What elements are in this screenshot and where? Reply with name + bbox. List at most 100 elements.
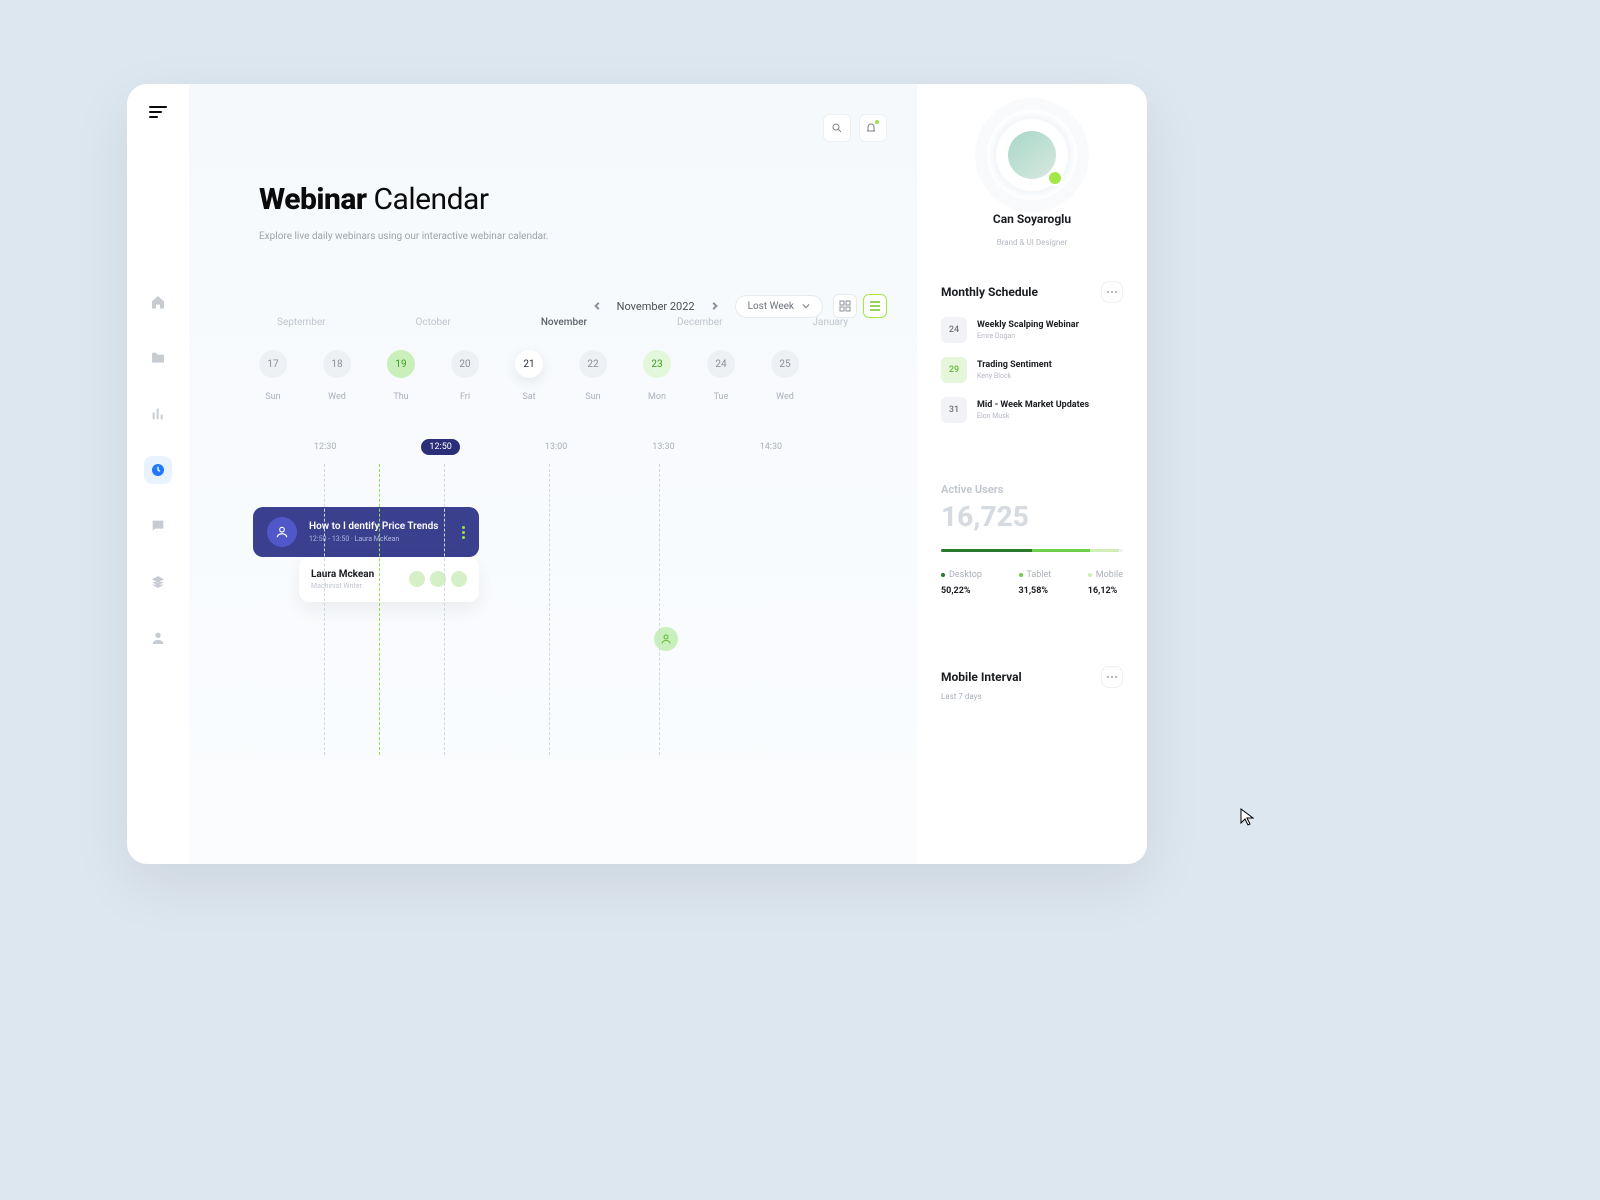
day-label: Thu <box>393 392 408 402</box>
date-number: 25 <box>771 350 799 378</box>
nav-calendar[interactable] <box>144 456 172 484</box>
day-label: Fri <box>460 392 470 402</box>
month-label[interactable]: November <box>541 317 587 328</box>
legend-label: Tablet <box>1019 570 1052 580</box>
nav-layers[interactable] <box>144 568 172 596</box>
active-users-section: Active Users 16,725 Desktop50,22%Tablet3… <box>941 483 1123 596</box>
clock-icon <box>150 462 166 478</box>
day-label: Wed <box>776 392 794 402</box>
user-icon <box>275 525 289 539</box>
event-info: How to I dentify Price Trends 12:50 - 13… <box>309 521 438 543</box>
list-view-button[interactable] <box>863 294 887 318</box>
date-number: 24 <box>707 350 735 378</box>
date-cell[interactable]: 18Wed <box>323 350 351 402</box>
schedule-header: Monthly Schedule <box>941 281 1123 303</box>
date-number: 19 <box>387 350 415 378</box>
mobile-interval-title: Mobile Interval <box>941 670 1022 684</box>
topbar <box>259 114 887 142</box>
folder-icon <box>150 350 166 366</box>
date-cell[interactable]: 25 Wed <box>771 350 799 402</box>
legend-dot-icon <box>941 573 945 577</box>
schedule-date: 24 <box>941 317 967 343</box>
page-header: Webinar Calendar Explore live daily webi… <box>259 182 887 242</box>
chevron-down-icon <box>802 302 810 310</box>
month-strip: September October November December January <box>259 317 887 328</box>
date-number: 17 <box>259 350 287 378</box>
schedule-item-title: Weekly Scalping Webinar <box>977 320 1079 330</box>
presenter-card[interactable]: Laura Mckean Machinist Writer <box>299 557 479 602</box>
progress-segment <box>941 549 1032 552</box>
current-month-label: November 2022 <box>617 300 695 313</box>
date-cell[interactable]: 17 Sun <box>259 350 287 402</box>
legend-item: Mobile16,12% <box>1088 570 1123 596</box>
nav <box>144 288 172 652</box>
chevron-left-icon <box>594 302 602 310</box>
schedule-item[interactable]: 31Mid - Week Market UpdatesElon Musk <box>941 397 1123 423</box>
date-number: 23 <box>643 350 671 378</box>
list-icon <box>869 300 881 312</box>
profile: Can Soyaroglu Brand & UI Designer <box>941 110 1123 247</box>
date-cell[interactable]: 21Sat <box>515 350 543 402</box>
usage-progress-bar <box>941 549 1123 552</box>
mobile-interval-more-button[interactable] <box>1101 666 1123 688</box>
home-icon <box>150 294 166 310</box>
date-cell[interactable]: 23 Mon <box>643 350 671 402</box>
legend-item: Tablet 31,58% <box>1019 570 1052 596</box>
month-label[interactable]: September <box>277 317 326 328</box>
nav-chat[interactable] <box>144 512 172 540</box>
date-number: 18 <box>323 350 351 378</box>
schedule-item[interactable]: 24 Weekly Scalping Webinar Emre Dogan <box>941 317 1123 343</box>
avatar-ring[interactable] <box>987 110 1077 200</box>
active-users-value: 16,725 <box>941 500 1123 533</box>
search-icon <box>831 122 843 134</box>
grid-icon <box>839 300 851 312</box>
month-label[interactable]: December <box>677 317 722 328</box>
legend-value: 50,22% <box>941 586 982 596</box>
nav-analytics[interactable] <box>144 400 172 428</box>
date-cell[interactable]: 24 Tue <box>707 350 735 402</box>
event-menu-button[interactable] <box>462 526 465 539</box>
progress-segment <box>1032 549 1090 552</box>
week-filter-dropdown[interactable]: Lost Week <box>735 295 823 318</box>
schedule-item-author: Emre Dogan <box>977 332 1079 340</box>
event-card[interactable]: How to I dentify Price Trends 12:50 - 13… <box>253 507 479 557</box>
next-month-button[interactable] <box>703 295 725 317</box>
timeline-marker[interactable] <box>654 627 678 651</box>
month-navigator: November 2022 <box>587 295 725 317</box>
schedule-more-button[interactable] <box>1101 281 1123 303</box>
search-button[interactable] <box>823 114 851 142</box>
time-label: 14:30 <box>760 442 782 455</box>
user-name: Can Soyaroglu <box>993 212 1071 226</box>
date-number: 21 <box>515 350 543 378</box>
month-label[interactable]: October <box>416 317 451 328</box>
schedule-date: 29 <box>941 357 967 383</box>
time-label: 13:30 <box>652 442 674 455</box>
nav-home[interactable] <box>144 288 172 316</box>
date-cell[interactable]: 19 Thu <box>387 350 415 402</box>
nav-folder[interactable] <box>144 344 172 372</box>
legend-value: 31,58% <box>1019 586 1052 596</box>
day-label: Sun <box>265 392 280 402</box>
time-badge: 12:50 <box>421 439 459 455</box>
event-host-avatar <box>267 517 297 547</box>
day-label: Tue <box>714 392 729 402</box>
menu-toggle-icon[interactable] <box>149 106 167 118</box>
day-label: Mon <box>648 392 666 402</box>
grid-view-button[interactable] <box>833 294 857 318</box>
progress-segment <box>1090 549 1119 552</box>
month-label[interactable]: January <box>812 317 848 328</box>
layers-icon <box>150 574 166 590</box>
prev-month-button[interactable] <box>587 295 609 317</box>
date-cell[interactable]: 20Fri <box>451 350 479 402</box>
schedule-item-title: Mid - Week Market Updates <box>977 400 1089 410</box>
legend-value: 16,12% <box>1088 586 1123 596</box>
nav-profile[interactable] <box>144 624 172 652</box>
date-strip: 17Sun18Wed19Thu20Fri21Sat22Sun23Mon24Tue… <box>259 350 887 402</box>
date-cell[interactable]: 22Sun <box>579 350 607 402</box>
timeline-gridline <box>444 464 445 755</box>
schedule-item[interactable]: 29Trading SentimentKeny Block <box>941 357 1123 383</box>
main-panel: Webinar Calendar Explore live daily webi… <box>189 84 917 864</box>
mobile-interval-section: Mobile Interval Last 7 days <box>941 666 1123 701</box>
notifications-button[interactable] <box>859 114 887 142</box>
right-panel: Can Soyaroglu Brand & UI Designer Monthl… <box>917 84 1147 864</box>
